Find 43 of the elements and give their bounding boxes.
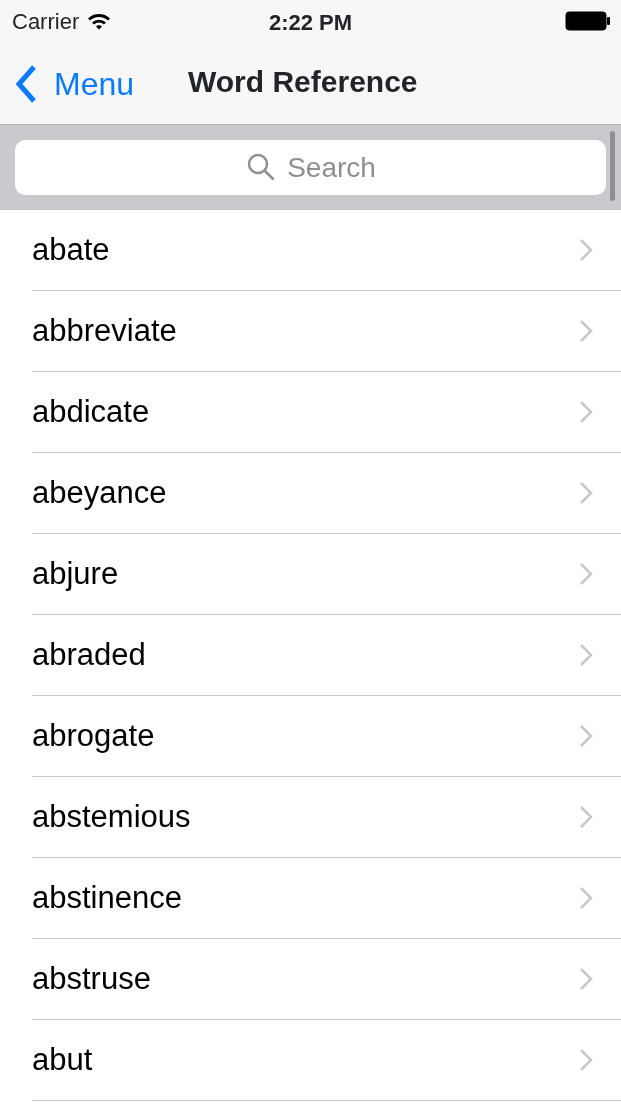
chevron-right-icon [579, 481, 593, 505]
chevron-right-icon [579, 319, 593, 343]
list-row[interactable]: abjure [0, 534, 621, 615]
search-field[interactable]: Search [15, 140, 606, 195]
chevron-right-icon [579, 967, 593, 991]
word-label: abstinence [32, 878, 182, 917]
list-row[interactable]: abdicate [0, 372, 621, 453]
word-label: abdicate [32, 392, 150, 431]
scrollbar [610, 131, 615, 201]
list-row[interactable]: abate [0, 210, 621, 291]
list-row[interactable]: abeyance [0, 453, 621, 534]
word-label: abbreviate [32, 311, 177, 350]
word-label: abate [32, 230, 110, 269]
status-time: 2:22 PM [268, 9, 353, 37]
word-label: abstemious [32, 797, 191, 836]
word-label: abraded [32, 635, 146, 674]
chevron-right-icon [579, 886, 593, 910]
list-row[interactable]: abrogate [0, 696, 621, 777]
battery-icon [565, 11, 611, 31]
screen-title: Word Reference [188, 64, 418, 100]
carrier-label: Carrier [12, 7, 80, 36]
chevron-right-icon [579, 238, 593, 262]
chevron-right-icon [579, 400, 593, 424]
chevron-right-icon [579, 724, 593, 748]
wifi-icon [87, 12, 112, 30]
word-label: abstruse [32, 959, 151, 998]
word-label: abut [32, 1040, 93, 1079]
list-row[interactable]: abstinence [0, 858, 621, 939]
chevron-left-icon [14, 63, 38, 104]
chevron-right-icon [579, 643, 593, 667]
word-label: abrogate [32, 716, 155, 755]
word-label: abeyance [32, 473, 167, 512]
list-row[interactable]: abbreviate [0, 291, 621, 372]
list-row[interactable]: abut [0, 1020, 621, 1101]
search-icon [247, 153, 275, 181]
list-row[interactable]: abraded [0, 615, 621, 696]
chevron-right-icon [579, 562, 593, 586]
chevron-right-icon [579, 1048, 593, 1072]
chevron-right-icon [579, 805, 593, 829]
back-button[interactable]: Menu [0, 42, 139, 125]
list-row[interactable]: abstemious [0, 777, 621, 858]
list-row[interactable]: abstruse [0, 939, 621, 1020]
word-label: abjure [32, 554, 119, 593]
